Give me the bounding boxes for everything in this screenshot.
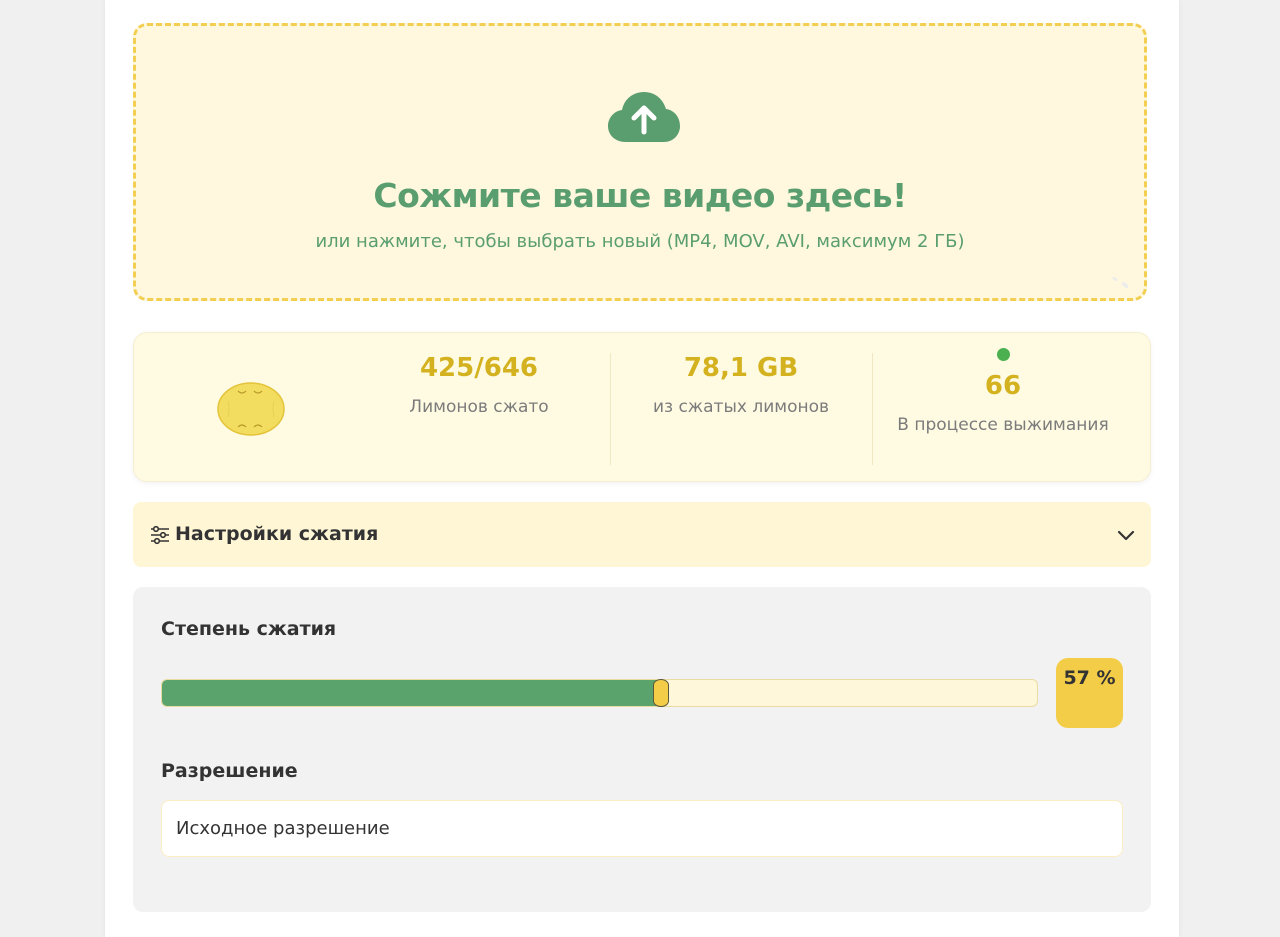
lemon-drops-icon [1112, 276, 1129, 288]
stat-in-progress: 66 В процессе выжимания [873, 339, 1133, 451]
stat-compressed-value: 425/646 [419, 353, 539, 383]
chevron-down-icon [1117, 530, 1135, 541]
stats-panel: 425/646 Лимонов сжато 78,1 GB из сжатых … [133, 332, 1151, 482]
compression-value-badge: 57 % [1056, 658, 1123, 728]
compression-slider-fill [162, 680, 661, 706]
upload-subtitle: или нажмите, чтобы выбрать новый (MP4, M… [315, 231, 965, 252]
compression-settings-toggle[interactable]: Настройки сжатия [133, 502, 1151, 567]
stat-size-value: 78,1 GB [683, 353, 799, 383]
resolution-label: Разрешение [161, 760, 298, 782]
stat-in-progress-label: В процессе выжимания [897, 415, 1109, 435]
sliders-icon [151, 525, 169, 545]
stat-compressed-label: Лимонов сжато [409, 397, 549, 417]
stat-size-label: из сжатых лимонов [652, 397, 830, 417]
cloud-upload-icon [608, 92, 680, 142]
stat-in-progress-value: 66 [984, 371, 1022, 401]
stat-size: 78,1 GB из сжатых лимонов [611, 353, 871, 465]
upload-title: Сожмите ваше видео здесь! [373, 176, 907, 215]
lemon-icon [217, 382, 285, 436]
upload-dropzone[interactable]: Сожмите ваше видео здесь! или нажмите, ч… [133, 23, 1147, 301]
compression-slider-thumb[interactable] [652, 679, 669, 707]
compression-slider[interactable] [161, 679, 1038, 707]
compression-label: Степень сжатия [161, 618, 337, 640]
settings-title: Настройки сжатия [175, 523, 379, 545]
settings-panel: Степень сжатия 57 % Разрешение Исходное … [133, 587, 1151, 912]
resolution-select[interactable]: Исходное разрешение [161, 800, 1123, 857]
main-container: Сожмите ваше видео здесь! или нажмите, ч… [105, 0, 1179, 937]
status-dot [996, 348, 1010, 361]
stat-compressed: 425/646 Лимонов сжато [349, 353, 609, 465]
